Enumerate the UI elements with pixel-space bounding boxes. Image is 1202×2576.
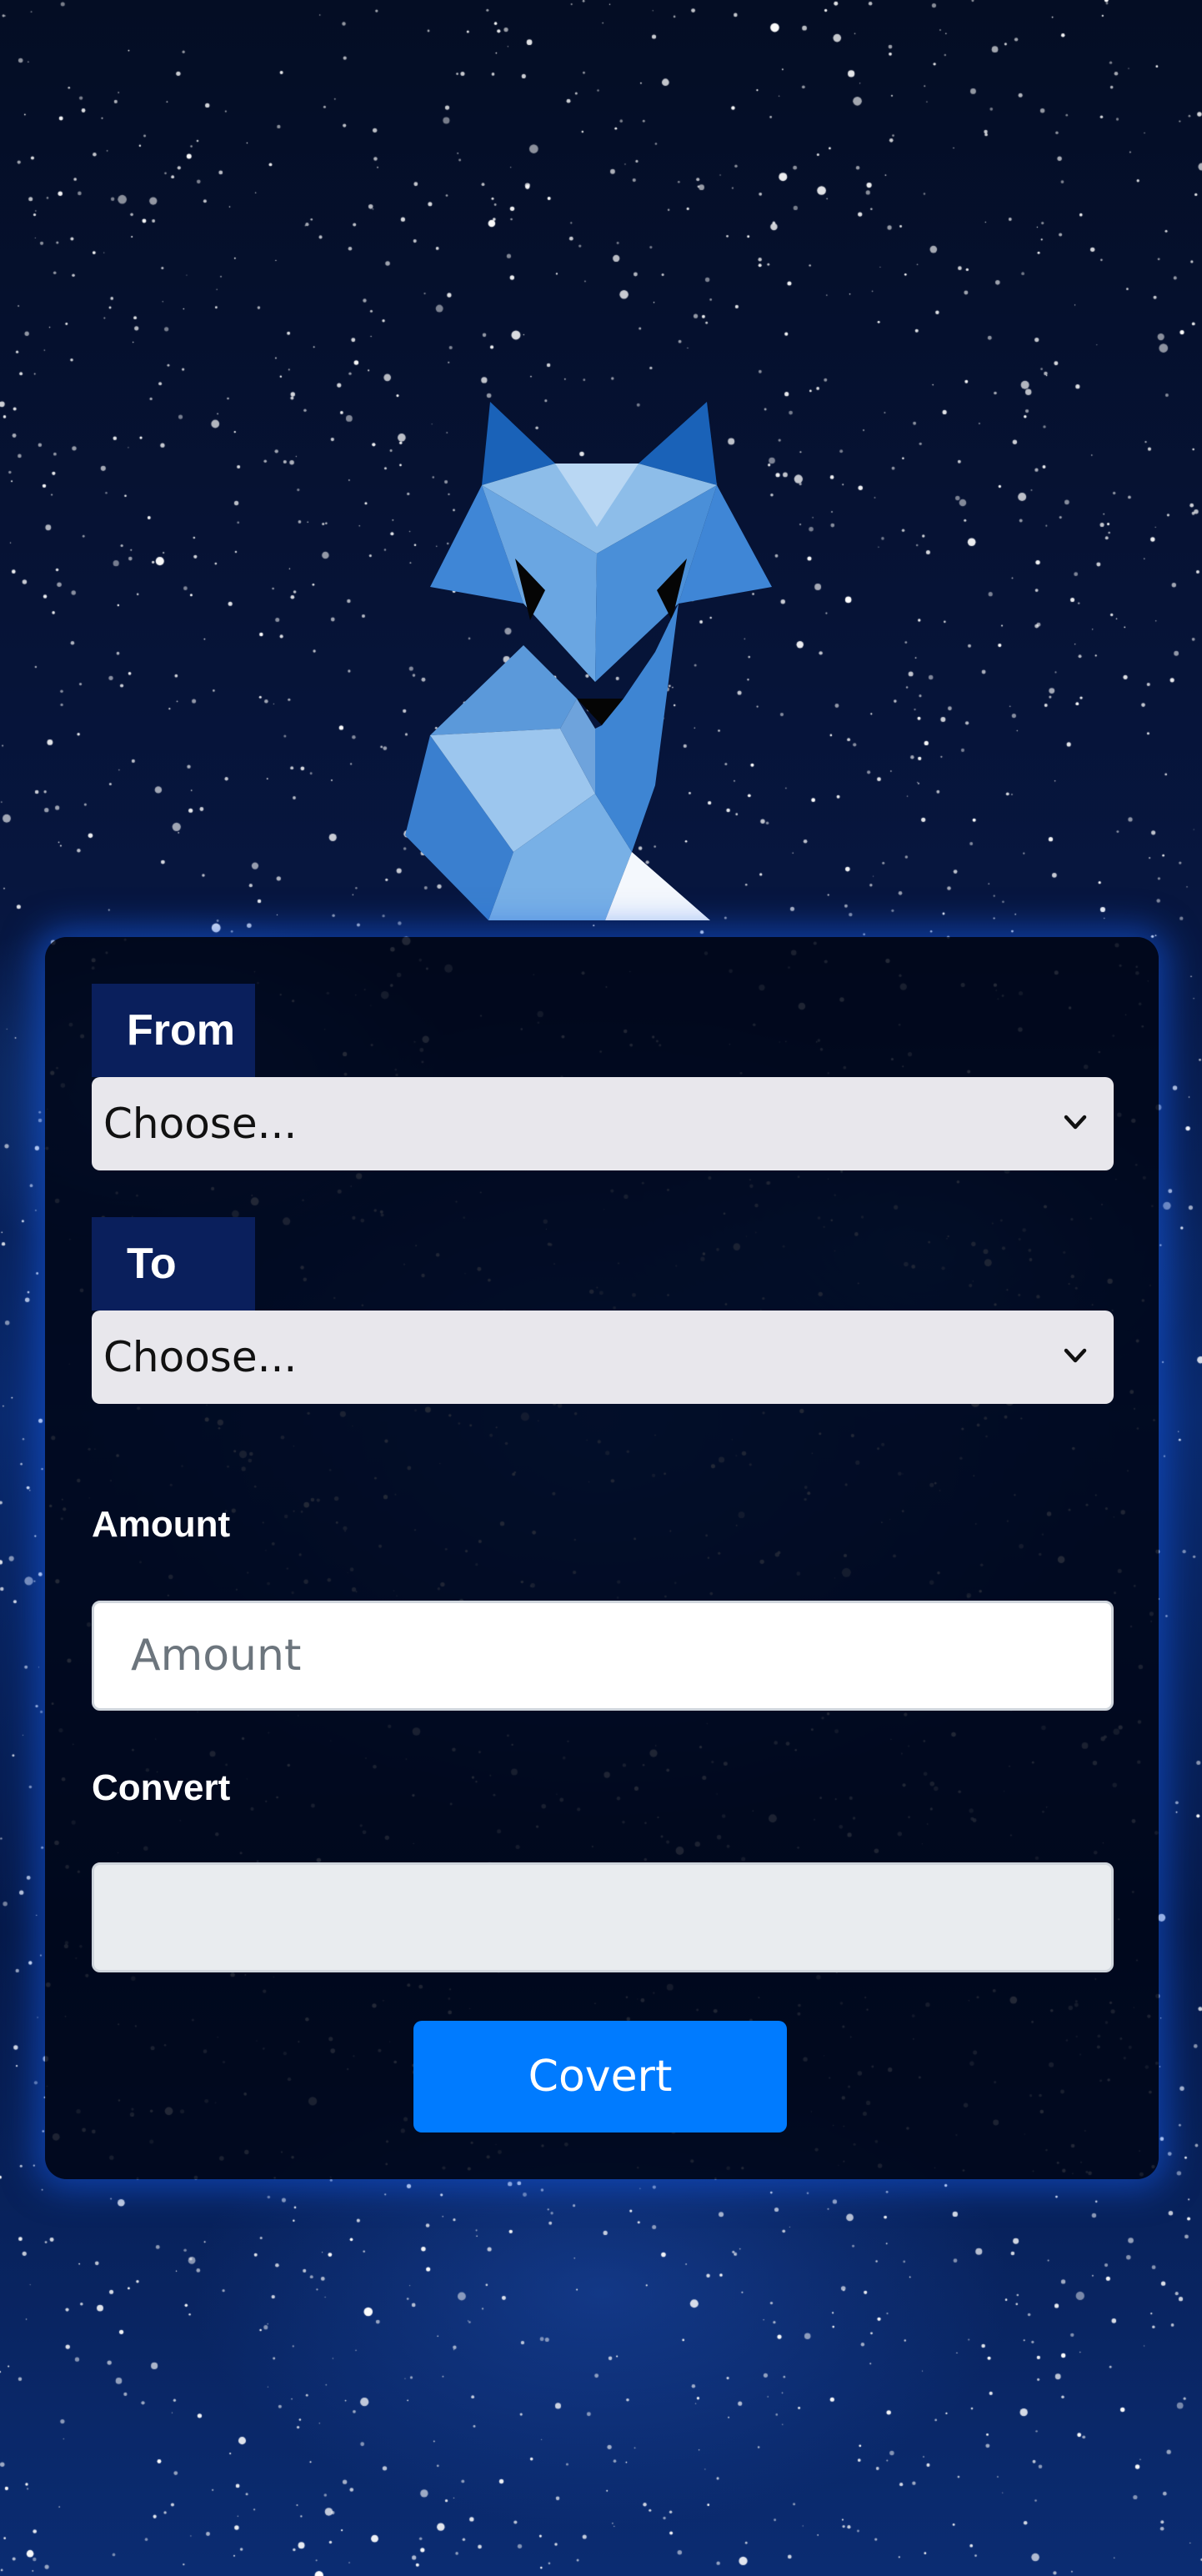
converter-card: From Choose... To Choose... Amount Amoun… [45,937,1159,2179]
convert-output [92,1862,1114,1972]
chevron-down-icon [1064,1348,1087,1363]
convert-button[interactable]: Covert [413,2021,787,2132]
from-label: From [92,984,255,1077]
from-select[interactable]: Choose... [92,1077,1114,1170]
convert-label: Convert [92,1767,231,1808]
amount-label: Amount [92,1504,231,1545]
to-select-value: Choose... [103,1333,298,1381]
geometric-fox-icon [405,402,772,920]
from-select-value: Choose... [103,1100,298,1148]
fox-logo [405,402,772,920]
to-label: To [92,1217,255,1311]
to-select[interactable]: Choose... [92,1311,1114,1404]
chevron-down-icon [1064,1115,1087,1130]
amount-input[interactable]: Amount [92,1601,1114,1711]
